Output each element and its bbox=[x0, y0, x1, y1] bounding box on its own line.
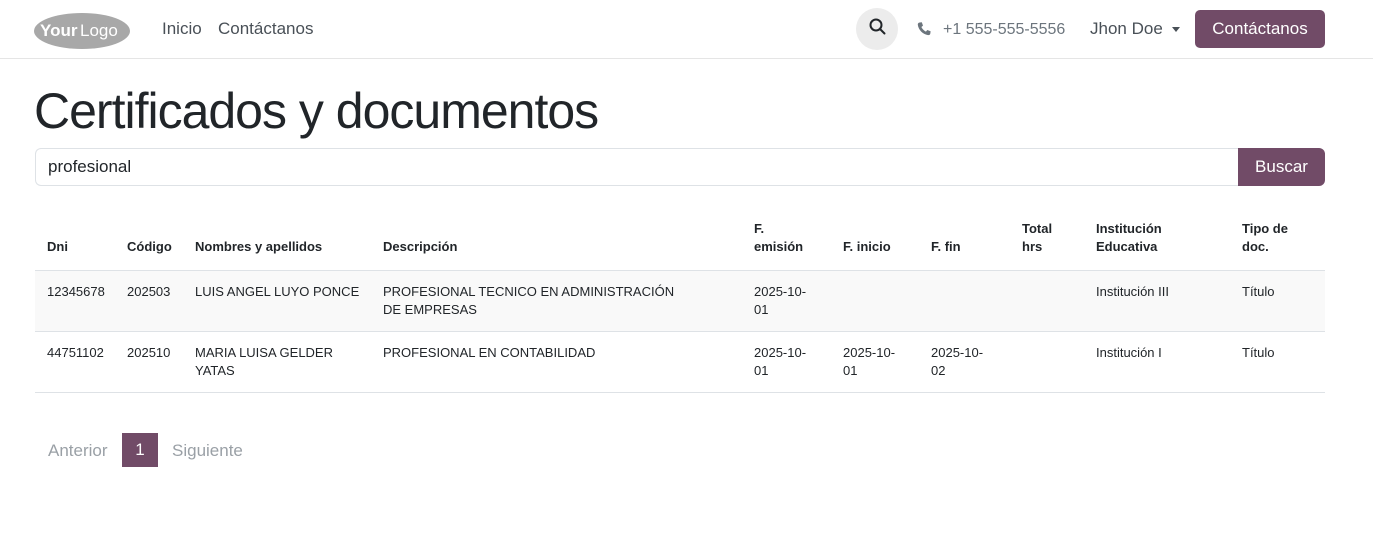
chevron-down-icon bbox=[1171, 26, 1180, 32]
cell-descripcion: PROFESIONAL TECNICO EN ADMINISTRACIÓN DE… bbox=[383, 284, 675, 317]
table-header: Dni Código Nombres y apellidos Descripci… bbox=[35, 212, 1325, 271]
cell-f-inicio: 2025-10-01 bbox=[843, 345, 896, 378]
column-header-nombres: Nombres y apellidos bbox=[195, 239, 323, 254]
column-header-f-emision: F. emisión bbox=[754, 221, 804, 254]
cell-codigo: 202510 bbox=[127, 345, 171, 360]
cell-institucion: Institución III bbox=[1096, 284, 1169, 299]
column-header-codigo: Código bbox=[127, 239, 172, 254]
phone-icon bbox=[916, 21, 932, 37]
user-name: Jhon Doe bbox=[1090, 19, 1163, 38]
column-header-f-fin: F. fin bbox=[931, 239, 961, 254]
cell-tipo-doc: Título bbox=[1242, 284, 1275, 299]
header-search-button[interactable] bbox=[856, 8, 898, 50]
cell-dni: 44751102 bbox=[47, 345, 104, 360]
cell-f-fin: 2025-10-02 bbox=[931, 345, 984, 378]
search-input[interactable] bbox=[35, 148, 1239, 186]
cell-f-emision: 2025-10-01 bbox=[754, 284, 807, 317]
documents-table: Dni Código Nombres y apellidos Descripci… bbox=[35, 212, 1325, 393]
pagination-page-1[interactable]: 1 bbox=[122, 433, 158, 467]
column-header-tipo-doc: Tipo de doc. bbox=[1242, 221, 1288, 254]
pagination-prev[interactable]: Anterior bbox=[48, 441, 108, 460]
cell-tipo-doc: Título bbox=[1242, 345, 1275, 360]
cell-codigo: 202503 bbox=[127, 284, 171, 299]
search-submit-button[interactable]: Buscar bbox=[1238, 148, 1325, 186]
cell-nombres: MARIA LUISA GELDER YATAS bbox=[195, 345, 333, 378]
brand-logo[interactable]: Your Logo bbox=[34, 12, 130, 49]
svg-text:Logo: Logo bbox=[80, 21, 118, 40]
table-row: 44751102 202510 MARIA LUISA GELDER YATAS… bbox=[35, 332, 1325, 393]
column-header-total-hrs: Total hrs bbox=[1022, 221, 1053, 254]
site-header: Your Logo Inicio Contáctanos +1 555-555-… bbox=[0, 0, 1373, 59]
column-header-f-inicio: F. inicio bbox=[843, 239, 891, 254]
search-icon bbox=[869, 18, 886, 40]
column-header-descripcion: Descripción bbox=[383, 239, 458, 254]
nav-link-contactanos[interactable]: Contáctanos bbox=[218, 19, 313, 39]
cell-descripcion: PROFESIONAL EN CONTABILIDAD bbox=[383, 345, 596, 360]
nav-link-inicio[interactable]: Inicio bbox=[162, 19, 202, 39]
cell-dni: 12345678 bbox=[47, 284, 105, 299]
phone-number[interactable]: +1 555-555-5556 bbox=[943, 20, 1065, 39]
column-header-institucion: Institución Educativa bbox=[1096, 221, 1162, 254]
pagination-next[interactable]: Siguiente bbox=[172, 441, 243, 460]
cell-f-emision: 2025-10-01 bbox=[754, 345, 807, 378]
svg-text:Your: Your bbox=[40, 21, 78, 40]
cell-nombres: LUIS ANGEL LUYO PONCE bbox=[195, 284, 360, 299]
column-header-dni: Dni bbox=[47, 239, 68, 254]
user-menu-dropdown[interactable]: Jhon Doe bbox=[1090, 19, 1180, 39]
contact-us-button[interactable]: Contáctanos bbox=[1195, 10, 1325, 48]
table-row: 12345678 202503 LUIS ANGEL LUYO PONCE PR… bbox=[35, 271, 1325, 332]
cell-institucion: Institución I bbox=[1096, 345, 1162, 360]
page-title: Certificados y documentos bbox=[34, 83, 599, 139]
